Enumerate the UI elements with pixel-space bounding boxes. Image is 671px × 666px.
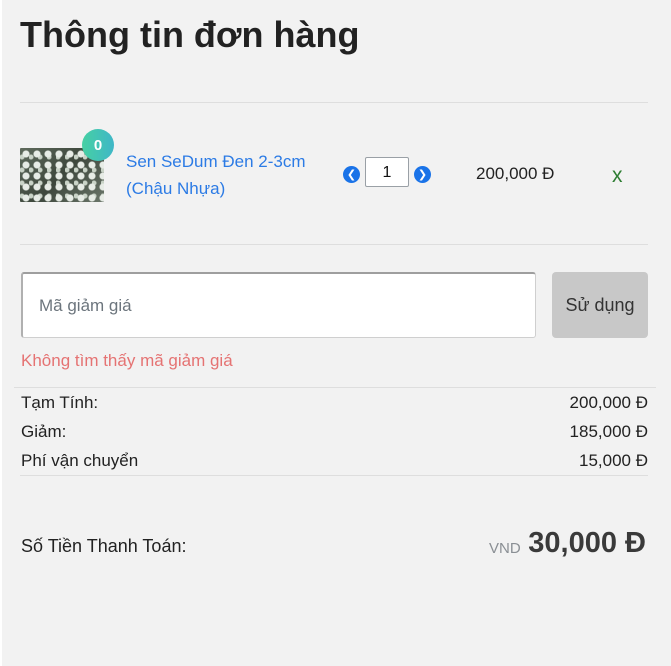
chevron-left-circle-icon[interactable]: ❮ — [343, 166, 360, 183]
quantity-field[interactable]: 1 — [365, 157, 409, 187]
total-label: Số Tiền Thanh Toán: — [21, 536, 187, 556]
coupon-input[interactable] — [21, 272, 536, 338]
currency-label: VND — [489, 540, 521, 557]
summary-label: Giảm: — [21, 422, 67, 441]
divider — [20, 244, 648, 245]
summary-value: 185,000 Đ — [569, 422, 648, 441]
apply-coupon-button[interactable]: Sử dụng — [552, 272, 648, 338]
remove-item-button[interactable]: x — [612, 164, 623, 188]
summary-value: 15,000 Đ — [579, 451, 648, 470]
page-title: Thông tin đơn hàng — [20, 14, 360, 55]
item-count-badge: 0 — [82, 129, 114, 161]
divider — [20, 102, 648, 103]
divider — [14, 387, 656, 388]
coupon-error-message: Không tìm thấy mã giảm giá — [21, 351, 233, 370]
chevron-right-circle-icon[interactable]: ❯ — [414, 166, 431, 183]
summary-label: Tạm Tính: — [21, 393, 99, 412]
divider — [20, 475, 648, 476]
summary-value: 200,000 Đ — [569, 393, 648, 412]
item-price: 200,000 Đ — [476, 164, 555, 183]
product-name-link[interactable]: Sen SeDum Đen 2-3cm (Chậu Nhựa) — [126, 148, 326, 202]
summary-label: Phí vận chuyển — [21, 451, 139, 470]
total-amount: 30,000 Đ — [528, 527, 646, 559]
order-panel: Thông tin đơn hàng 0 Sen SeDum Đen 2-3cm… — [2, 0, 671, 666]
